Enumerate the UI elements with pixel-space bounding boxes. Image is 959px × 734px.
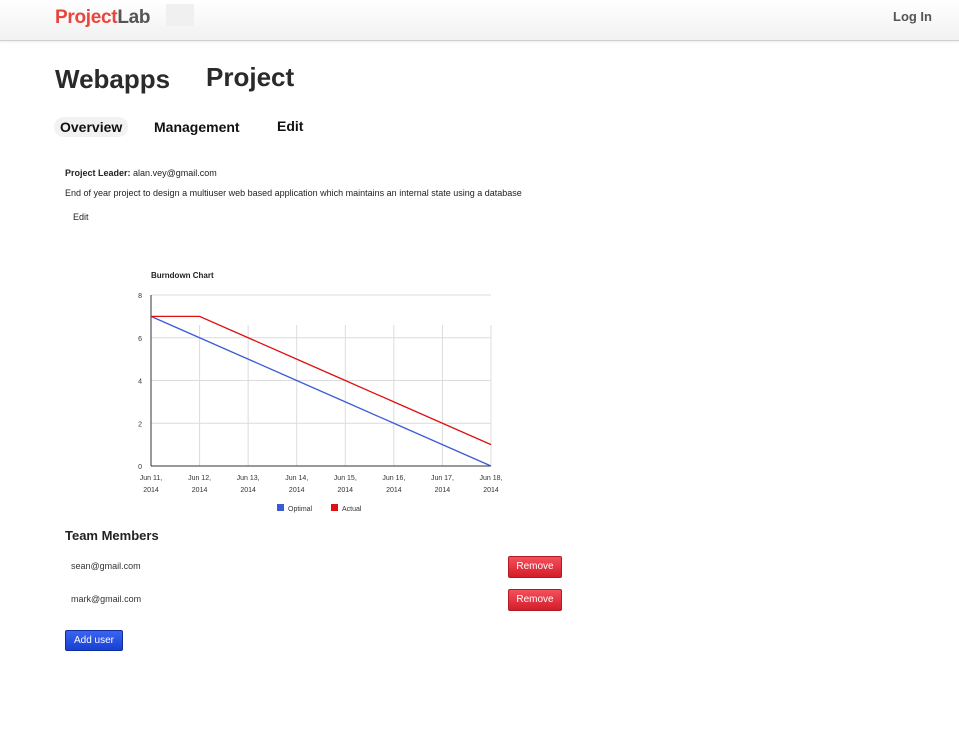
chart-grid	[151, 294, 492, 466]
project-leader-label: Project Leader:	[65, 168, 131, 178]
chart-series	[150, 315, 492, 467]
y-tick-label: 2	[138, 421, 142, 428]
chart-title: Burndown Chart	[151, 271, 214, 280]
x-tick-label: Jun 15,	[334, 475, 357, 482]
page-title-word1: Webapps	[55, 64, 171, 94]
legend-swatch-optimal	[277, 504, 284, 511]
project-leader: Project Leader: alan.vey@gmail.com	[65, 168, 217, 178]
team-member-email: sean@gmail.com	[71, 561, 141, 571]
login-link[interactable]: Log In	[893, 9, 932, 24]
x-tick-label: Jun 11,	[140, 475, 162, 482]
series-line-optimal	[150, 315, 492, 467]
x-tick-label-year: 2014	[192, 487, 208, 494]
x-tick-label: Jun 12,	[188, 475, 211, 482]
chart-axes: 0 2 4 6 8 Jun 11, 2014 Jun 12, 2014 Jun 13, 2014 Ju…	[138, 293, 502, 494]
project-leader-email: alan.vey@gmail.com	[133, 168, 217, 178]
y-tick-label: 8	[138, 293, 142, 300]
team-members-title: Team Members	[65, 528, 159, 543]
x-tick-label-year: 2014	[483, 487, 499, 494]
tab-overview[interactable]: Overview	[54, 117, 129, 137]
remove-member-button[interactable]: Remove	[508, 589, 562, 611]
legend-label-actual: Actual	[342, 506, 362, 513]
brand-placeholder-box	[166, 4, 194, 26]
x-tick-label-year: 2014	[337, 487, 353, 494]
y-tick-label: 4	[138, 379, 142, 386]
page-title-word2: Project	[206, 62, 295, 92]
edit-project-link[interactable]: Edit	[73, 212, 89, 222]
x-tick-label-year: 2014	[386, 487, 402, 494]
project-description: End of year project to design a multiuse…	[65, 188, 522, 198]
legend-swatch-actual	[331, 504, 338, 511]
remove-member-button[interactable]: Remove	[508, 556, 562, 578]
x-tick-label: Jun 17,	[431, 475, 454, 482]
brand-name-part1: Project	[55, 7, 118, 28]
y-tick-label: 6	[138, 336, 142, 343]
x-tick-label: Jun 14,	[285, 475, 308, 482]
burndown-chart: Burndown Chart 0 2 4 6 8 Jun 11, 2014 Jun 12, 20…	[138, 271, 502, 513]
x-tick-label: Jun 13,	[237, 475, 260, 482]
x-tick-label-year: 2014	[240, 487, 256, 494]
x-tick-label-year: 2014	[143, 487, 159, 494]
brand-logo[interactable]: ProjectLab	[55, 7, 151, 29]
brand-name-part2: Lab	[117, 7, 151, 28]
legend-label-optimal: Optimal	[288, 506, 313, 513]
tab-edit[interactable]: Edit	[277, 118, 303, 134]
x-tick-label-year: 2014	[435, 487, 451, 494]
team-member-email: mark@gmail.com	[71, 594, 142, 604]
top-navbar: ProjectLab Log In	[0, 0, 959, 41]
x-tick-label: Jun 18,	[480, 475, 503, 482]
y-tick-label: 0	[138, 464, 142, 471]
x-tick-label: Jun 16,	[382, 475, 405, 482]
tab-management[interactable]: Management	[154, 119, 240, 135]
x-tick-label-year: 2014	[289, 487, 305, 494]
add-user-button[interactable]: Add user	[65, 630, 123, 651]
chart-legend: Optimal Actual	[277, 504, 362, 513]
